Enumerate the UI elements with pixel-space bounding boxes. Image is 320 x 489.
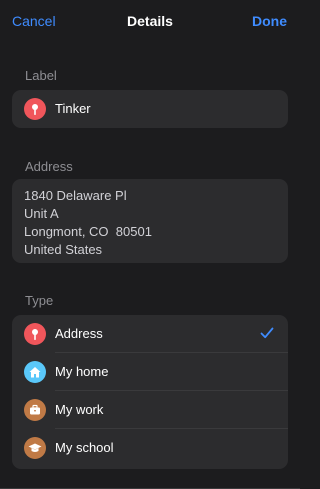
address-text[interactable]: 1840 Delaware Pl Unit A Longmont, CO 805… bbox=[12, 179, 288, 263]
type-card: Address My home My work My school bbox=[12, 315, 288, 469]
type-option-address[interactable]: Address bbox=[12, 315, 288, 353]
navigation-bar: Cancel Details Done bbox=[0, 0, 300, 44]
label-value: Tinker bbox=[55, 101, 91, 116]
briefcase-icon bbox=[24, 399, 46, 421]
label-section-heading: Label bbox=[25, 68, 57, 83]
address-card[interactable]: 1840 Delaware Pl Unit A Longmont, CO 805… bbox=[12, 179, 288, 263]
address-section-heading: Address bbox=[25, 159, 73, 174]
type-option-label: Address bbox=[55, 326, 103, 341]
label-card: Tinker bbox=[12, 90, 288, 128]
graduation-cap-icon bbox=[24, 437, 46, 459]
type-option-label: My work bbox=[55, 402, 104, 417]
type-option-my-home[interactable]: My home bbox=[12, 353, 288, 391]
label-row[interactable]: Tinker bbox=[12, 90, 288, 128]
address-line: United States bbox=[24, 242, 103, 257]
pin-icon bbox=[24, 323, 46, 345]
address-line: Longmont, CO 80501 bbox=[24, 224, 152, 239]
checkmark-icon bbox=[260, 326, 274, 345]
type-option-my-school[interactable]: My school bbox=[12, 429, 288, 467]
type-option-my-work[interactable]: My work bbox=[12, 391, 288, 429]
address-line: 1840 Delaware Pl bbox=[24, 188, 127, 203]
address-line: Unit A bbox=[24, 206, 59, 221]
house-icon bbox=[24, 361, 46, 383]
type-option-label: My home bbox=[55, 364, 109, 379]
done-button[interactable]: Done bbox=[252, 13, 287, 29]
type-section-heading: Type bbox=[25, 293, 54, 308]
type-option-label: My school bbox=[55, 440, 114, 455]
pin-icon bbox=[24, 98, 46, 120]
